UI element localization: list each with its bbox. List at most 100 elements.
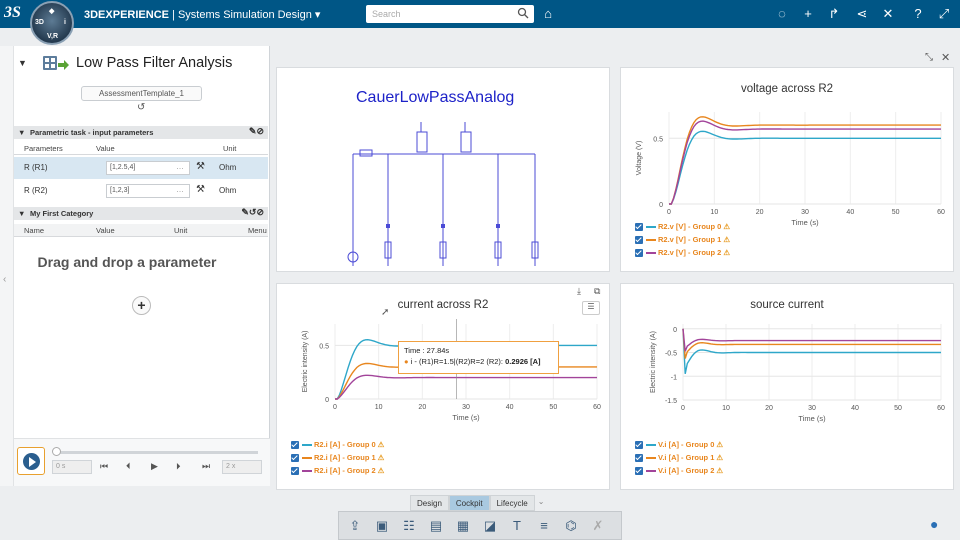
y-tick-label: -1.5 <box>665 398 677 405</box>
legend-checkbox[interactable] <box>635 222 643 231</box>
legend-checkbox[interactable] <box>635 440 643 449</box>
first-frame-icon[interactable]: ⏮ <box>100 461 108 472</box>
params-header: Parameters Value Unit <box>14 142 268 155</box>
prev-frame-icon[interactable]: ⏴ <box>126 461 131 472</box>
source-current-chart-card[interactable]: source current 0 10 20 30 40 50 60 0 -0.5 -1 -1.5 Ti… <box>620 283 954 490</box>
play-icon[interactable]: ▶ <box>151 461 158 472</box>
legend-checkbox[interactable] <box>635 235 643 244</box>
legend-item[interactable]: R2.v [V] - Group 2 ⚠ <box>635 246 730 259</box>
legend-item[interactable]: V.i [A] - Group 0 ⚠ <box>635 438 723 451</box>
share-icon[interactable]: ↱ <box>826 6 842 22</box>
table-icon[interactable]: ▤ <box>426 516 446 536</box>
legend-item[interactable]: R2.i [A] - Group 0 ⚠ <box>291 438 384 451</box>
wrench-icon[interactable]: ⚒ <box>196 184 205 195</box>
legend-label: R2.v [V] - Group 0 <box>658 222 722 231</box>
legend-label: R2.i [A] - Group 0 <box>314 440 376 449</box>
edit-icon[interactable]: ✎⊘ <box>249 126 264 137</box>
grid-icon[interactable]: ▦ <box>453 516 473 536</box>
section-first-category[interactable]: ▼ My First Category ✎↺⊘ <box>14 207 268 220</box>
x-tick-label: 10 <box>722 405 730 412</box>
search-icon[interactable] <box>517 7 529 19</box>
list-icon[interactable]: ☷ <box>399 516 419 536</box>
top-bar: 3S 3DEXPERIENCE | Systems Simulation Des… <box>0 0 960 28</box>
param-row-r1[interactable]: R (R1) [1,2.5,4] … ⚒ Ohm <box>14 157 268 179</box>
last-frame-icon[interactable]: ⏭ <box>202 461 210 472</box>
legend-label: R2.i [A] - Group 1 <box>314 453 376 462</box>
timeline-slider[interactable] <box>54 451 258 454</box>
diagram-card[interactable]: CauerLowPassAnalog <box>276 67 610 272</box>
legend-item[interactable]: R2.i [A] - Group 2 ⚠ <box>291 464 384 477</box>
expand-icon[interactable]: ⧉ <box>594 286 600 297</box>
collapse-icon[interactable]: ▼ <box>18 58 27 68</box>
next-frame-icon[interactable]: ⏵ <box>176 461 181 472</box>
model-icon[interactable]: ⌬ <box>561 516 581 536</box>
layers-icon[interactable]: ≡ <box>534 516 554 536</box>
wrench-icon[interactable]: ⚒ <box>196 161 205 172</box>
tooltip-label: i - (R1)R=1.5|(R2)R=2 (R2): <box>410 357 504 366</box>
x-tick-label: 30 <box>808 405 816 412</box>
collapse-bar[interactable]: ‹ <box>0 46 14 486</box>
current-chart-card[interactable]: current across R2 0 10 20 30 40 50 60 0 0.5 Time (… <box>276 283 610 490</box>
tab-cockpit[interactable]: Cockpit <box>448 495 490 511</box>
drop-zone[interactable]: Drag and drop a parameter <box>14 240 240 286</box>
compass[interactable]: ◆ 3D i V,R <box>30 1 74 45</box>
export-icon[interactable]: ⇪ <box>345 516 365 536</box>
legend-swatch <box>646 456 656 459</box>
x-axis-label: Time (s) <box>791 218 819 227</box>
timeline-handle[interactable] <box>52 447 61 456</box>
save-icon[interactable]: ▣ <box>372 516 392 536</box>
notification-icon[interactable]: ● <box>930 516 938 532</box>
chart-plot[interactable]: 0 10 20 30 40 50 60 0 0.5 Time (s) Voltage (V) <box>621 90 955 240</box>
fullscreen-icon[interactable]: ⤢ <box>936 6 952 22</box>
capture-icon[interactable]: ◪ <box>480 516 500 536</box>
legend-item[interactable]: V.i [A] - Group 2 ⚠ <box>635 464 723 477</box>
legend-checkbox[interactable] <box>635 453 643 462</box>
search-input[interactable]: Search <box>366 5 534 23</box>
section-input-parameters[interactable]: ▼ Parametric task - input parameters ✎⊘ <box>14 126 268 139</box>
chart-plot[interactable]: 0 10 20 30 40 50 60 0 -0.5 -1 -1.5 Time (s) Electric… <box>621 284 955 434</box>
legend-item[interactable]: R2.v [V] - Group 1 ⚠ <box>635 233 730 246</box>
network-icon[interactable]: ⋖ <box>854 6 870 22</box>
tag-icon[interactable]: ⌂ <box>540 6 556 22</box>
download-icon[interactable]: ⤓ <box>577 286 581 297</box>
param-row-r2[interactable]: R (R2) [1,2,3] … ⚒ Ohm <box>14 180 268 202</box>
x-tick-label: 60 <box>593 404 601 411</box>
x-tick-label: 40 <box>851 405 859 412</box>
help-icon[interactable]: ? <box>910 6 926 22</box>
brand[interactable]: 3DEXPERIENCE | Systems Simulation Design… <box>84 8 320 21</box>
time-input[interactable]: 0 s <box>52 460 92 474</box>
more-icon[interactable]: … <box>176 162 184 171</box>
x-axis-label: Time (s) <box>798 414 826 423</box>
add-parameter-button[interactable]: + <box>132 296 151 315</box>
legend-checkbox[interactable] <box>291 453 299 462</box>
legend-item[interactable]: R2.i [A] - Group 1 ⚠ <box>291 451 384 464</box>
edit-icon[interactable]: ✎↺⊘ <box>241 207 264 218</box>
tab-lifecycle[interactable]: Lifecycle <box>489 495 535 511</box>
speed-input[interactable]: 2 x <box>222 460 262 474</box>
legend-checkbox[interactable] <box>635 466 643 475</box>
close-icon[interactable]: ✕ <box>941 51 950 64</box>
chat-icon[interactable]: ◌ <box>774 6 790 22</box>
compass-apps-icon[interactable]: ✕ <box>880 6 896 22</box>
add-icon[interactable]: + <box>800 6 816 22</box>
legend-checkbox[interactable] <box>291 440 299 449</box>
legend-item[interactable]: V.i [A] - Group 1 ⚠ <box>635 451 723 464</box>
legend-swatch <box>646 443 656 446</box>
legend-checkbox[interactable] <box>291 466 299 475</box>
voltage-chart-card[interactable]: voltage across R2 0 10 20 30 40 50 60 0 0.5 Time (… <box>620 67 954 272</box>
text-tool-icon[interactable]: T <box>507 516 527 536</box>
y-axis-label: Electric intensity (A) <box>302 331 309 393</box>
play-simulation-button[interactable] <box>17 447 45 475</box>
refresh-icon[interactable]: ↺ <box>137 102 145 113</box>
y-tick-label: -1 <box>671 374 677 381</box>
template-selector[interactable]: AssessmentTemplate_1 <box>81 86 202 101</box>
legend-item[interactable]: R2.v [V] - Group 0 ⚠ <box>635 220 730 233</box>
ds-logo[interactable]: 3S <box>4 4 21 22</box>
tab-design[interactable]: Design <box>410 495 449 511</box>
tabs-toggle-icon[interactable]: ⌄ <box>535 495 548 511</box>
minimize-icon[interactable]: ⤡ <box>925 52 933 63</box>
more-icon[interactable]: … <box>176 185 184 194</box>
x-tick-label: 60 <box>937 209 945 216</box>
legend-checkbox[interactable] <box>635 248 643 257</box>
chart-options-button[interactable]: ☰ <box>582 301 600 315</box>
